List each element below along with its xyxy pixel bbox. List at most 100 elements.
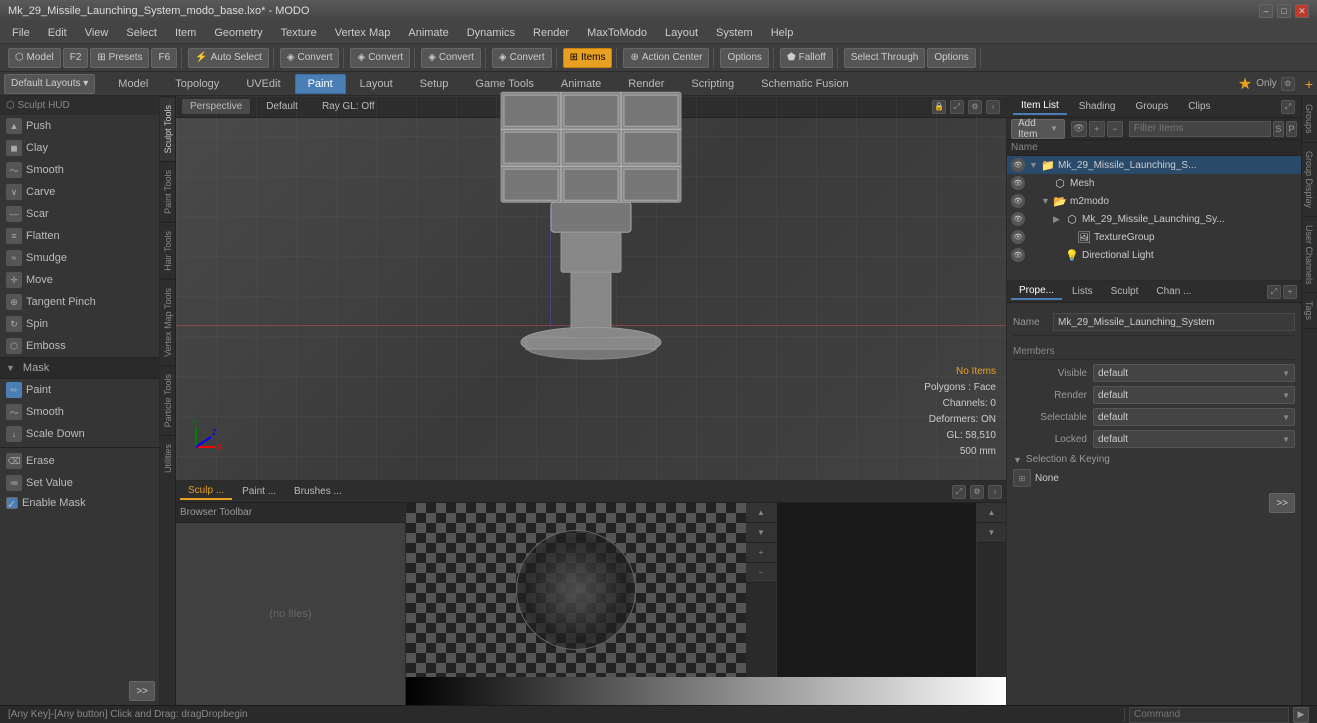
menu-item-texture[interactable]: Texture bbox=[273, 25, 325, 41]
select-through-button[interactable]: Select Through bbox=[844, 48, 926, 68]
action-center-button[interactable]: ⊕ Action Center bbox=[623, 48, 709, 68]
menu-item-select[interactable]: Select bbox=[118, 25, 165, 41]
visible-dropdown[interactable]: default ▼ bbox=[1093, 364, 1295, 382]
filter-items-input[interactable] bbox=[1129, 121, 1271, 137]
menu-item-geometry[interactable]: Geometry bbox=[206, 25, 270, 41]
bottom-tab-sculpt[interactable]: Sculp ... bbox=[180, 483, 232, 500]
minimize-button[interactable]: – bbox=[1259, 4, 1273, 18]
bottom-expand-button[interactable]: ⤢ bbox=[952, 485, 966, 499]
menu-item-view[interactable]: View bbox=[77, 25, 117, 41]
add-item-button[interactable]: Add Item ▼ bbox=[1011, 119, 1065, 139]
options-button-2[interactable]: Options bbox=[927, 48, 975, 68]
menu-item-dynamics[interactable]: Dynamics bbox=[459, 25, 523, 41]
item-list-expand-button[interactable]: ⤢ bbox=[1281, 100, 1295, 114]
side-tab-paint-tools[interactable]: Paint Tools bbox=[160, 161, 175, 222]
props-tab-channels[interactable]: Chan ... bbox=[1148, 284, 1199, 299]
expand-scene[interactable]: ▼ bbox=[1029, 160, 1041, 170]
side-tab-hair-tools[interactable]: Hair Tools bbox=[160, 222, 175, 279]
menu-item-vertex-map[interactable]: Vertex Map bbox=[327, 25, 399, 41]
bottom-tab-brushes[interactable]: Brushes ... bbox=[286, 484, 350, 499]
props-name-input[interactable] bbox=[1053, 313, 1295, 331]
tool-scale-down[interactable]: ↓ Scale Down bbox=[0, 423, 159, 445]
layout-settings-button[interactable]: ⚙ bbox=[1281, 77, 1295, 91]
texture-btn-4[interactable]: − bbox=[746, 563, 776, 583]
command-go-button[interactable]: ▶ bbox=[1293, 707, 1309, 723]
tab-layout[interactable]: Layout bbox=[347, 74, 406, 94]
far-tab-tags[interactable]: Tags bbox=[1302, 293, 1317, 329]
menu-item-render[interactable]: Render bbox=[525, 25, 577, 41]
tool-clay[interactable]: ◼ Clay bbox=[0, 137, 159, 159]
side-tab-sculpt-tools[interactable]: Sculpt Tools bbox=[160, 96, 175, 161]
props-expand-btn[interactable]: >> bbox=[1269, 493, 1295, 513]
tool-smooth-mask[interactable]: 〜 Smooth bbox=[0, 401, 159, 423]
menu-item-help[interactable]: Help bbox=[763, 25, 802, 41]
options-button-1[interactable]: Options bbox=[720, 48, 768, 68]
visibility-icon-3[interactable]: 👁 bbox=[1011, 212, 1025, 226]
menu-item-layout[interactable]: Layout bbox=[657, 25, 706, 41]
panel-tab-shading[interactable]: Shading bbox=[1071, 99, 1124, 114]
f2-presets[interactable]: F2 bbox=[63, 48, 89, 68]
visibility-icon-5[interactable]: 👁 bbox=[1011, 248, 1025, 262]
convert-button-3[interactable]: ◈ Convert bbox=[421, 48, 481, 68]
tool-smooth[interactable]: 〜 Smooth bbox=[0, 159, 159, 181]
props-tab-sculpt[interactable]: Sculpt bbox=[1103, 284, 1147, 299]
tool-push[interactable]: ▲ Push bbox=[0, 115, 159, 137]
props-tab-lists[interactable]: Lists bbox=[1064, 284, 1101, 299]
menu-item-file[interactable]: File bbox=[4, 25, 38, 41]
auto-select-button[interactable]: ⚡ Auto Select bbox=[188, 48, 269, 68]
selectable-dropdown[interactable]: default ▼ bbox=[1093, 408, 1295, 426]
tool-emboss[interactable]: ⬡ Emboss bbox=[0, 335, 159, 357]
props-add-button[interactable]: + bbox=[1283, 285, 1297, 299]
render-dropdown[interactable]: default ▼ bbox=[1093, 386, 1295, 404]
side-tab-vertex-map-tools[interactable]: Vertex Map Tools bbox=[160, 279, 175, 365]
tree-row-m2modo[interactable]: 👁 ▼ 📂 m2modo bbox=[1007, 192, 1301, 210]
side-tab-particle-tools[interactable]: Particle Tools bbox=[160, 365, 175, 435]
tool-spin[interactable]: ↻ Spin bbox=[0, 313, 159, 335]
brush-btn-2[interactable]: ▼ bbox=[977, 523, 1006, 543]
items-button[interactable]: ⊞ Items bbox=[563, 48, 613, 68]
tool-scar[interactable]: — Scar bbox=[0, 203, 159, 225]
sort-desc-button[interactable]: P bbox=[1286, 121, 1297, 137]
panel-tab-groups[interactable]: Groups bbox=[1128, 99, 1177, 114]
side-tab-utilities[interactable]: Utilities bbox=[160, 435, 175, 481]
item-list-eye-button[interactable]: 👁 bbox=[1071, 121, 1087, 137]
expand-button[interactable]: >> bbox=[129, 681, 155, 701]
texture-btn-2[interactable]: ▼ bbox=[746, 523, 776, 543]
bottom-more-button[interactable]: › bbox=[988, 485, 1002, 499]
tree-row-texture-group[interactable]: 👁 🖼 TextureGroup bbox=[1007, 228, 1301, 246]
tool-erase[interactable]: ⌫ Erase bbox=[0, 450, 159, 472]
texture-btn-3[interactable]: + bbox=[746, 543, 776, 563]
tool-set-value[interactable]: ≔ Set Value bbox=[0, 472, 159, 494]
tool-enable-mask[interactable]: ✓ Enable Mask bbox=[0, 494, 159, 512]
far-tab-groups[interactable]: Groups bbox=[1302, 96, 1317, 143]
menu-item-animate[interactable]: Animate bbox=[400, 25, 456, 41]
far-tab-group-display[interactable]: Group Display bbox=[1302, 143, 1317, 217]
brush-btn-1[interactable]: ▲ bbox=[977, 503, 1006, 523]
tool-tangent-pinch[interactable]: ⊕ Tangent Pinch bbox=[0, 291, 159, 313]
tool-move[interactable]: ✛ Move bbox=[0, 269, 159, 291]
convert-button-2[interactable]: ◈ Convert bbox=[350, 48, 410, 68]
locked-dropdown[interactable]: default ▼ bbox=[1093, 430, 1295, 448]
maximize-button[interactable]: □ bbox=[1277, 4, 1291, 18]
tool-flatten[interactable]: ≡ Flatten bbox=[0, 225, 159, 247]
visibility-icon-2[interactable]: 👁 bbox=[1011, 194, 1025, 208]
item-list-remove-button[interactable]: − bbox=[1107, 121, 1123, 137]
star-icon[interactable]: ★ bbox=[1238, 74, 1252, 94]
enable-mask-checkbox[interactable]: ✓ bbox=[6, 497, 18, 509]
tool-smudge[interactable]: ≈ Smudge bbox=[0, 247, 159, 269]
bottom-tab-paint[interactable]: Paint ... bbox=[234, 484, 284, 499]
tab-model[interactable]: Model bbox=[105, 74, 161, 94]
visibility-icon-1[interactable]: 👁 bbox=[1011, 176, 1025, 190]
convert-button-1[interactable]: ◈ Convert bbox=[280, 48, 340, 68]
props-tab-properties[interactable]: Prope... bbox=[1011, 283, 1062, 300]
props-expand-button[interactable]: ⤢ bbox=[1267, 285, 1281, 299]
bottom-settings-button[interactable]: ⚙ bbox=[970, 485, 984, 499]
viewport[interactable]: Perspective Default Ray GL: Off 🔒 ⤢ ⚙ › bbox=[176, 96, 1006, 480]
menu-item-system[interactable]: System bbox=[708, 25, 761, 41]
panel-tab-item-list[interactable]: Item List bbox=[1013, 98, 1067, 115]
convert-button-4[interactable]: ◈ Convert bbox=[492, 48, 552, 68]
expand-mk29[interactable]: ▶ bbox=[1053, 214, 1065, 225]
expand-m2modo[interactable]: ▼ bbox=[1041, 196, 1053, 206]
tree-row-light[interactable]: 👁 💡 Directional Light bbox=[1007, 246, 1301, 264]
menu-item-edit[interactable]: Edit bbox=[40, 25, 75, 41]
